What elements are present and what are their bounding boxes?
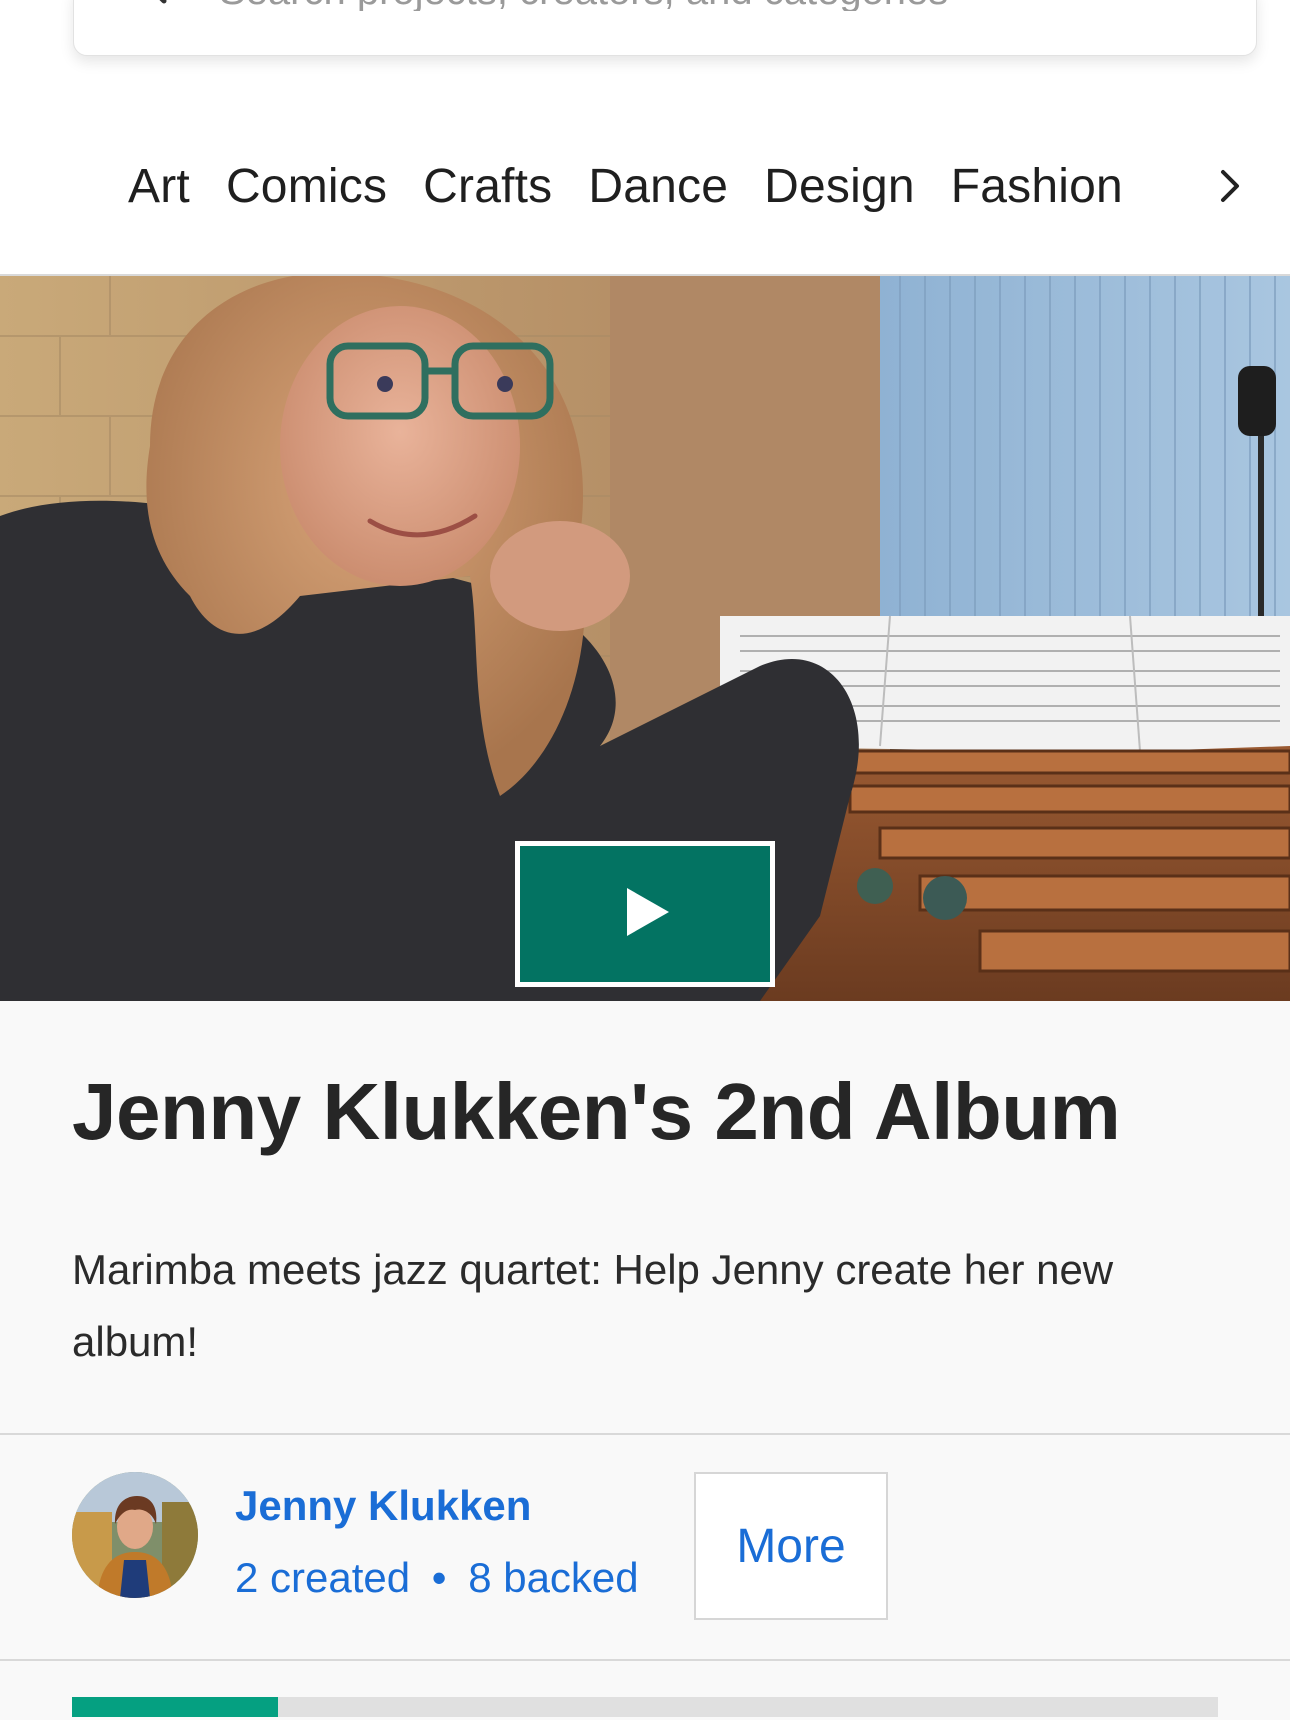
search-bar[interactable] [73,0,1257,56]
more-button[interactable]: More [694,1472,888,1620]
backed-count-link[interactable]: 8 backed [468,1554,638,1601]
play-button[interactable] [515,841,775,987]
project-title: Jenny Klukken's 2nd Album [72,1067,1121,1156]
category-comics[interactable]: Comics [226,159,387,214]
project-blurb: Marimba meets jazz quartet: Help Jenny c… [72,1246,1114,1365]
creator-avatar[interactable] [72,1472,198,1598]
creator-stats: 2 created • 8 backed [235,1554,639,1602]
stats-separator: • [431,1554,447,1601]
divider [0,1659,1290,1661]
avatar-image [72,1472,198,1598]
search-icon[interactable] [124,0,172,13]
category-dance[interactable]: Dance [588,159,728,214]
chevron-right-icon[interactable] [1210,166,1250,206]
category-art[interactable]: Art [128,159,190,214]
funding-progress-fill [72,1697,279,1717]
project-video[interactable] [0,276,1290,1001]
top-header: Art Comics Crafts Dance Design Fashion [0,0,1290,276]
category-design[interactable]: Design [764,159,915,214]
play-icon [627,888,669,936]
category-fashion[interactable]: Fashion [951,159,1123,214]
funding-progress-bar [72,1697,1218,1717]
search-input[interactable] [219,0,1219,11]
created-count-link[interactable]: 2 created [235,1554,410,1601]
category-nav: Art Comics Crafts Dance Design Fashion [128,156,1159,216]
category-crafts[interactable]: Crafts [423,159,552,214]
creator-name-link[interactable]: Jenny Klukken [235,1482,531,1530]
divider [0,1433,1290,1435]
